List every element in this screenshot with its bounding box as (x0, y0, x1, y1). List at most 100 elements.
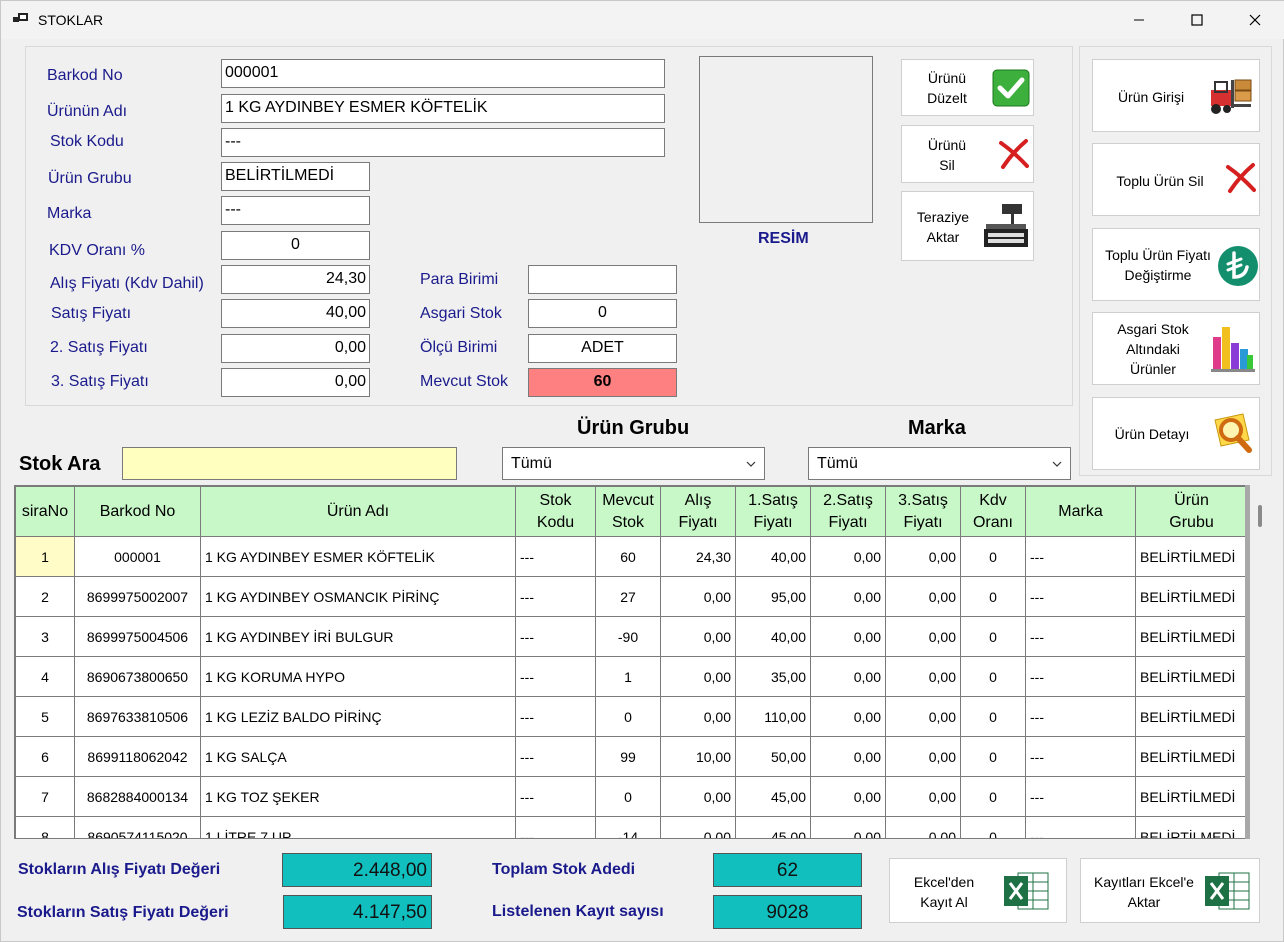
table-cell[interactable]: 110,00 (735, 696, 811, 737)
table-cell[interactable]: 0,00 (810, 536, 886, 577)
table-cell[interactable]: 95,00 (735, 576, 811, 617)
table-cell[interactable]: 1 (595, 656, 661, 697)
table-cell[interactable]: 6 (15, 736, 75, 777)
grid-header-cell[interactable]: Mevcut Stok (595, 486, 661, 537)
table-cell[interactable]: 50,00 (735, 736, 811, 777)
table-cell[interactable]: 0,00 (885, 616, 961, 657)
table-cell[interactable]: --- (515, 616, 596, 657)
grid-header-cell[interactable]: Alış Fiyatı (660, 486, 736, 537)
alis-fiyati-field[interactable]: 24,30 (221, 265, 370, 294)
table-cell[interactable]: 0,00 (810, 816, 886, 838)
table-cell[interactable]: 8682884000134 (74, 776, 201, 817)
table-cell[interactable]: --- (515, 816, 596, 838)
table-cell[interactable]: -14 (595, 816, 661, 838)
table-cell[interactable]: 1 KG LEZİZ BALDO PİRİNÇ (200, 696, 516, 737)
minimize-button[interactable] (1110, 1, 1168, 39)
table-cell[interactable]: 0,00 (885, 536, 961, 577)
close-button[interactable] (1226, 1, 1284, 39)
table-cell[interactable]: --- (515, 736, 596, 777)
satis2-fiyati-field[interactable]: 0,00 (221, 334, 370, 363)
grid-scrollbar-thumb[interactable] (1258, 505, 1262, 527)
table-row[interactable]: 6 8699118062042 1 KG SALÇA --- 99 10,00 50,00 0… (15, 736, 1248, 777)
table-cell[interactable]: BELİRTİLMEDİ (1135, 776, 1248, 817)
table-cell[interactable]: BELİRTİLMEDİ (1135, 696, 1248, 737)
grid-header-cell[interactable]: siraNo (15, 486, 75, 537)
table-cell[interactable]: 0,00 (810, 576, 886, 617)
excelden-kayit-al-button[interactable]: Ekcel'den Kayıt Al (889, 858, 1067, 923)
grid-header-cell[interactable]: Kdv Oranı (960, 486, 1026, 537)
stok-kodu-field[interactable]: --- (221, 128, 665, 157)
table-row[interactable]: 1 000001 1 KG AYDINBEY ESMER KÖFTELİK --- 60… (15, 536, 1248, 577)
table-cell[interactable]: 0 (960, 536, 1026, 577)
table-cell[interactable]: 45,00 (735, 776, 811, 817)
table-cell[interactable]: 0,00 (885, 776, 961, 817)
table-cell[interactable]: 8697633810506 (74, 696, 201, 737)
olcu-birimi-field[interactable]: ADET (528, 334, 677, 363)
table-cell[interactable]: --- (1025, 576, 1136, 617)
urunu-sil-button[interactable]: Ürünü Sil (901, 125, 1034, 183)
table-cell[interactable]: 0 (960, 576, 1026, 617)
table-cell[interactable]: 8690673800650 (74, 656, 201, 697)
table-cell[interactable]: 0,00 (660, 816, 736, 838)
table-cell[interactable]: BELİRTİLMEDİ (1135, 576, 1248, 617)
table-cell[interactable]: 45,00 (735, 816, 811, 838)
table-cell[interactable]: 8 (15, 816, 75, 838)
table-cell[interactable]: BELİRTİLMEDİ (1135, 536, 1248, 577)
table-cell[interactable]: 1 KG TOZ ŞEKER (200, 776, 516, 817)
table-row[interactable]: 7 8682884000134 1 KG TOZ ŞEKER --- 0 0,00 45,0… (15, 776, 1248, 817)
grid-header-cell[interactable]: 1.Satış Fiyatı (735, 486, 811, 537)
table-cell[interactable]: --- (1025, 696, 1136, 737)
table-cell[interactable]: 2 (15, 576, 75, 617)
marka-combo[interactable]: Tümü (808, 447, 1071, 480)
toplu-fiyat-degistirme-button[interactable]: Toplu Ürün Fiyatı Değiştirme (1092, 228, 1260, 301)
table-cell[interactable]: 99 (595, 736, 661, 777)
urun-grubu-combo[interactable]: Tümü (502, 447, 765, 480)
table-row[interactable]: 5 8697633810506 1 KG LEZİZ BALDO PİRİNÇ ---… (15, 696, 1248, 737)
asgari-stok-altindaki-button[interactable]: Asgari Stok Altındaki Ürünler (1092, 312, 1260, 385)
table-cell[interactable]: --- (1025, 536, 1136, 577)
table-cell[interactable]: 0,00 (810, 656, 886, 697)
table-cell[interactable]: -90 (595, 616, 661, 657)
table-row[interactable]: 4 8690673800650 1 KG KORUMA HYPO --- 1 0,00 35… (15, 656, 1248, 697)
table-cell[interactable]: BELİRTİLMEDİ (1135, 656, 1248, 697)
kdv-field[interactable]: 0 (221, 231, 370, 260)
table-cell[interactable]: 0,00 (885, 656, 961, 697)
table-cell[interactable]: 0,00 (885, 736, 961, 777)
stock-grid[interactable]: siraNo Barkod No Ürün Adı Stok Kodu Mevcut Sto… (14, 485, 1250, 839)
urun-grubu-field[interactable]: BELİRTİLMEDİ (221, 162, 370, 191)
grid-header-cell[interactable]: 2.Satış Fiyatı (810, 486, 886, 537)
stok-ara-input[interactable] (122, 447, 457, 480)
grid-header-cell[interactable]: Stok Kodu (515, 486, 596, 537)
grid-header-cell[interactable]: Ürün Adı (200, 486, 516, 537)
marka-field[interactable]: --- (221, 196, 370, 225)
mevcut-stok-field[interactable]: 60 (528, 368, 677, 397)
table-cell[interactable]: 1 KG AYDINBEY OSMANCIK PİRİNÇ (200, 576, 516, 617)
table-cell[interactable]: 24,30 (660, 536, 736, 577)
table-cell[interactable]: --- (1025, 776, 1136, 817)
table-cell[interactable]: 8699118062042 (74, 736, 201, 777)
teraziye-aktar-button[interactable]: Teraziye Aktar (901, 191, 1034, 261)
table-cell[interactable]: 7 (15, 776, 75, 817)
table-cell[interactable]: 8690574115020 (74, 816, 201, 838)
table-cell[interactable]: 40,00 (735, 616, 811, 657)
table-cell[interactable]: 0,00 (660, 656, 736, 697)
grid-header-cell[interactable]: Ürün Grubu (1135, 486, 1248, 537)
urun-girisi-button[interactable]: Ürün Girişi (1092, 59, 1260, 132)
grid-header-cell[interactable]: 3.Satış Fiyatı (885, 486, 961, 537)
table-cell[interactable]: 0 (960, 776, 1026, 817)
table-cell[interactable]: 0,00 (660, 616, 736, 657)
grid-header-cell[interactable]: Barkod No (74, 486, 201, 537)
table-cell[interactable]: 1 KG AYDINBEY ESMER KÖFTELİK (200, 536, 516, 577)
table-cell[interactable]: --- (1025, 656, 1136, 697)
table-cell[interactable]: 0 (960, 696, 1026, 737)
barkod-no-field[interactable]: 000001 (221, 59, 665, 88)
table-row[interactable]: 8 8690574115020 1 LİTRE 7 UP --- -14 0,00 45,0… (15, 816, 1248, 838)
table-cell[interactable]: 5 (15, 696, 75, 737)
table-cell[interactable]: 8699975002007 (74, 576, 201, 617)
table-cell[interactable]: 0 (595, 696, 661, 737)
table-cell[interactable]: 1 (15, 536, 75, 577)
grid-scroll-track[interactable] (1245, 485, 1250, 839)
table-cell[interactable]: BELİRTİLMEDİ (1135, 736, 1248, 777)
urun-detayi-button[interactable]: Ürün Detayı (1092, 397, 1260, 470)
table-cell[interactable]: 1 KG AYDINBEY İRİ BULGUR (200, 616, 516, 657)
